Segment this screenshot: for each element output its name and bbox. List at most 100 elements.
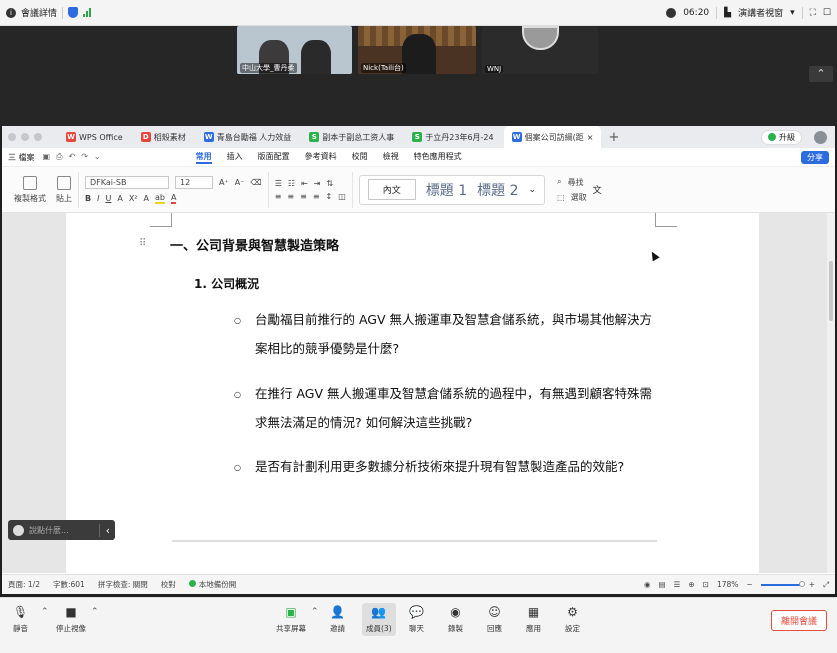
leave-meeting-button[interactable]: 離開會議	[770, 610, 827, 631]
new-tab-button[interactable]: +	[603, 130, 624, 145]
outdent-icon[interactable]: ⇤	[301, 179, 308, 188]
tab-review[interactable]: 校閱	[352, 151, 368, 164]
tab-insert[interactable]: 插入	[227, 151, 243, 164]
tab-references[interactable]: 參考資料	[305, 151, 337, 164]
tab-home[interactable]: 常用	[195, 151, 212, 164]
tab-features[interactable]: 特色應用程式	[414, 151, 462, 164]
undo-icon[interactable]: ↶	[69, 152, 76, 162]
paste-button[interactable]: 貼上	[56, 175, 72, 204]
zoom-handle[interactable]	[798, 580, 805, 587]
speaker-view-button[interactable]: 演講者視窗	[738, 6, 783, 19]
align-left-icon[interactable]: ≡	[275, 192, 282, 201]
chat-placeholder[interactable]: 說點什麼...	[29, 525, 69, 536]
word-count[interactable]: 字數:601	[53, 579, 85, 590]
file-menu[interactable]: 三 檔案	[8, 152, 35, 163]
bullet-list-icon[interactable]: ☰	[275, 179, 282, 188]
chevron-left-icon[interactable]: ‹	[98, 523, 110, 537]
clear-format-icon[interactable]: ⌫	[250, 178, 261, 187]
justify-icon[interactable]: ≡	[313, 192, 320, 201]
meeting-info-label[interactable]: 會議詳情	[21, 6, 57, 19]
save-icon[interactable]: ▣	[43, 152, 51, 162]
grow-font-icon[interactable]: A⁺	[219, 178, 229, 187]
eye-icon[interactable]: ◉	[644, 580, 651, 589]
window-icon[interactable]: ☐	[823, 8, 831, 18]
tab-active-doc[interactable]: W 個案公司訪綱(距 ×	[503, 126, 602, 148]
settings-button[interactable]: ⚙ 設定	[565, 605, 580, 634]
style-normal[interactable]: 內文	[367, 179, 416, 200]
video-tile[interactable]: Nick(Taili台)	[358, 26, 476, 74]
chat-button[interactable]: 💬 聊天	[409, 605, 424, 634]
align-center-icon[interactable]: ≡	[287, 192, 294, 201]
avatar[interactable]	[814, 130, 827, 144]
document-page[interactable]: ⠿ 一、公司背景與智慧製造策略 1. 公司概況 ○ 台勵福目前推行的 AGV 無…	[66, 213, 759, 573]
italic-icon[interactable]: I	[97, 194, 99, 203]
fullscreen-icon[interactable]: ⛶	[810, 8, 816, 18]
chevron-up-icon[interactable]: ⌃	[91, 607, 99, 617]
zoom-level[interactable]: 178%	[717, 580, 738, 589]
copy-format-button[interactable]: 複製格式	[14, 175, 46, 204]
upgrade-button[interactable]: 升級	[761, 129, 802, 145]
tab-wps-office[interactable]: W WPS Office	[58, 126, 131, 148]
info-icon[interactable]: i	[6, 7, 16, 18]
zoom-in-button[interactable]: +	[809, 580, 815, 589]
select-button[interactable]: 選取	[571, 192, 587, 203]
video-tile[interactable]: 中山大學_曹丹柔	[237, 26, 352, 74]
font-size-select[interactable]: 12	[175, 175, 213, 189]
underline-icon[interactable]: U	[105, 194, 111, 203]
invite-button[interactable]: 👤 邀請	[330, 605, 345, 634]
proofread-button[interactable]: 校對	[161, 579, 176, 590]
chevron-down-icon[interactable]: ⌄	[94, 152, 101, 162]
window-controls[interactable]	[8, 133, 42, 141]
collapse-videos-button[interactable]: ⌃	[809, 66, 833, 82]
tab-doc-1[interactable]: W 青島台勵福 人力效益	[196, 126, 300, 148]
font-color-icon[interactable]: A	[170, 193, 177, 204]
stop-video-button[interactable]: ■ 停止視像	[56, 605, 86, 634]
align-right-icon[interactable]: ≡	[300, 192, 307, 201]
reactions-button[interactable]: ☺ 回應	[487, 605, 502, 634]
tab-sheet-2[interactable]: S 于立丹23年6月-24	[404, 126, 501, 148]
drag-handle-icon[interactable]: ⠿	[139, 238, 146, 249]
backup-status[interactable]: 本地備份開	[188, 579, 236, 590]
zoom-out-button[interactable]: −	[746, 580, 752, 589]
line-spacing-icon[interactable]: ↕	[326, 192, 333, 201]
tab-layout[interactable]: 版面配置	[258, 151, 290, 164]
shrink-font-icon[interactable]: A⁻	[235, 178, 245, 187]
record-button[interactable]: ◉ 錄製	[448, 605, 463, 634]
strikethrough-icon[interactable]: A	[117, 194, 122, 203]
page-view-icon[interactable]: ▤	[659, 580, 666, 589]
highlight-icon[interactable]: ab	[154, 193, 165, 204]
find-button[interactable]: 尋找	[568, 177, 584, 188]
chevron-up-icon[interactable]: ⌃	[41, 607, 49, 617]
print-icon[interactable]: ⎙	[56, 152, 62, 162]
scroll-thumb[interactable]	[829, 261, 833, 321]
bold-icon[interactable]: B	[85, 194, 91, 203]
style-heading2[interactable]: 標題 2	[477, 180, 518, 200]
number-list-icon[interactable]: ☷	[288, 179, 295, 188]
style-heading1[interactable]: 標題 1	[426, 180, 467, 200]
close-icon[interactable]: ×	[587, 133, 594, 142]
zoom-slider[interactable]	[760, 580, 805, 587]
layout-icon[interactable]: ▙	[724, 8, 731, 18]
apps-button[interactable]: ▦ 應用	[526, 605, 541, 634]
share-button[interactable]: 分享	[801, 150, 829, 164]
outline-view-icon[interactable]: ☰	[674, 580, 681, 589]
indent-icon[interactable]: ⇥	[314, 179, 321, 188]
chevron-down-icon[interactable]: ▾	[790, 8, 795, 18]
share-screen-button[interactable]: ▣ 共享屏幕	[276, 605, 306, 634]
mute-button[interactable]: 🎙 靜音	[13, 605, 28, 634]
font-select[interactable]: DFKai-SB	[85, 175, 169, 189]
members-button[interactable]: 👥 成員(3)	[362, 603, 396, 636]
superscript-icon[interactable]: X²	[129, 194, 138, 203]
shading-icon[interactable]: ◫	[338, 192, 346, 201]
emoji-icon[interactable]	[13, 524, 24, 536]
tab-view[interactable]: 檢視	[383, 151, 399, 164]
tab-sheet-1[interactable]: S 副本于副总工资人事	[301, 126, 402, 148]
expand-icon[interactable]: ⤢	[823, 580, 829, 590]
tab-template[interactable]: D 稻殼素材	[133, 126, 194, 148]
vertical-scrollbar[interactable]	[827, 213, 835, 573]
fit-icon[interactable]: ⊡	[703, 580, 709, 589]
video-tile[interactable]: WNJ	[482, 26, 598, 74]
redo-icon[interactable]: ↷	[81, 152, 88, 162]
spell-check[interactable]: 拼字檢查: 關閉	[98, 579, 148, 590]
chevron-down-icon[interactable]: ⌄	[529, 185, 537, 195]
